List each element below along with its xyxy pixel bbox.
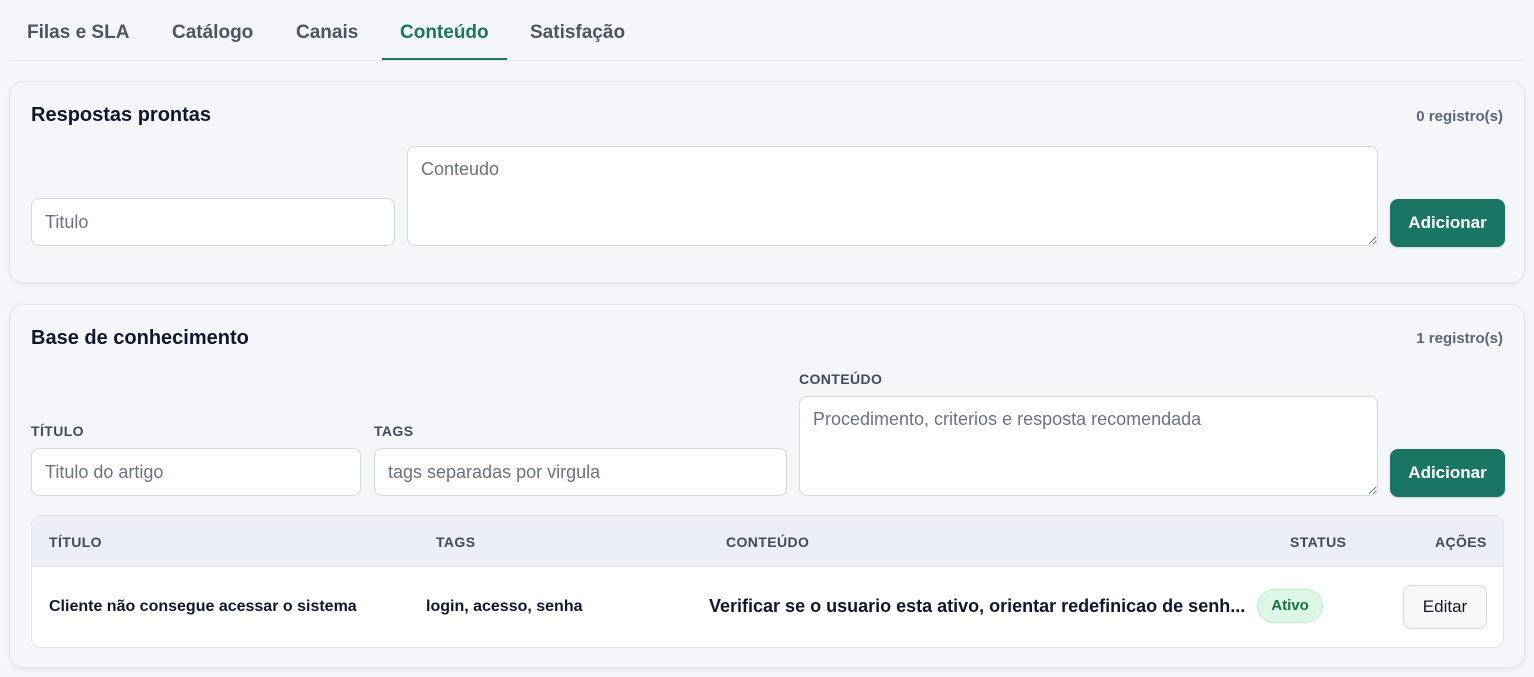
header-tags: TAGS xyxy=(436,534,476,550)
header-titulo: TÍTULO xyxy=(49,534,102,550)
table-header: TÍTULO TAGS CONTEÚDO STATUS AÇÕES xyxy=(32,516,1503,567)
base-count: 1 registro(s) xyxy=(1416,330,1503,347)
label-titulo: TÍTULO xyxy=(31,423,84,439)
status-badge: Ativo xyxy=(1257,589,1323,623)
label-tags: TAGS xyxy=(374,423,414,439)
tab-conteudo[interactable]: Conteúdo xyxy=(400,22,489,44)
tab-satisfacao[interactable]: Satisfação xyxy=(530,22,625,44)
respostas-count: 0 registro(s) xyxy=(1416,108,1503,125)
header-status: STATUS xyxy=(1290,534,1347,550)
artigo-titulo-input[interactable] xyxy=(31,448,361,496)
tab-canais[interactable]: Canais xyxy=(296,22,358,44)
resposta-adicionar-button[interactable]: Adicionar xyxy=(1390,199,1505,247)
resposta-conteudo-textarea[interactable] xyxy=(407,146,1378,246)
tab-filas-sla[interactable]: Filas e SLA xyxy=(27,22,129,44)
respostas-title: Respostas prontas xyxy=(31,104,212,126)
base-conhecimento-card: Base de conhecimento 1 registro(s) TÍTUL… xyxy=(9,304,1525,668)
resposta-titulo-input[interactable] xyxy=(31,198,395,246)
artigo-tags-input[interactable] xyxy=(374,448,787,496)
edit-button[interactable]: Editar xyxy=(1403,585,1487,629)
active-tab-indicator xyxy=(382,58,507,60)
base-title: Base de conhecimento xyxy=(31,327,249,349)
row-conteudo: Verificar se o usuario esta ativo, orien… xyxy=(709,596,1246,616)
row-tags: login, acesso, senha xyxy=(426,598,583,615)
header-acoes: AÇÕES xyxy=(1435,534,1487,550)
label-conteudo: CONTEÚDO xyxy=(799,371,883,387)
header-conteudo: CONTEÚDO xyxy=(726,534,810,550)
artigos-table: TÍTULO TAGS CONTEÚDO STATUS AÇÕES Client… xyxy=(31,515,1504,648)
respostas-prontas-card: Respostas prontas 0 registro(s) Adiciona… xyxy=(9,81,1525,283)
artigo-conteudo-textarea[interactable] xyxy=(799,396,1378,496)
artigo-adicionar-button[interactable]: Adicionar xyxy=(1390,449,1505,497)
tab-bar: Filas e SLA Catálogo Canais Conteúdo Sat… xyxy=(9,0,1525,61)
tab-catalogo[interactable]: Catálogo xyxy=(172,22,253,44)
row-titulo: Cliente não consegue acessar o sistema xyxy=(49,598,357,615)
